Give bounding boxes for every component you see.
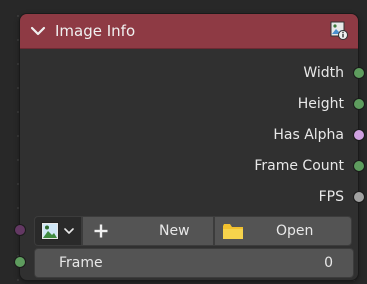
image-input-socket[interactable] <box>15 225 25 235</box>
image-browse-button[interactable] <box>34 216 82 246</box>
output-has-alpha: Has Alpha <box>20 120 364 151</box>
node-title: Image Info <box>55 22 136 40</box>
chevron-down-icon <box>64 228 74 234</box>
image-info-node[interactable]: Image Info Width Height Has Alpha Frame … <box>15 14 364 280</box>
output-fps-label: FPS <box>318 189 344 205</box>
frame-field-value: 0 <box>324 255 333 271</box>
output-has-alpha-label: Has Alpha <box>273 127 344 143</box>
output-fps: FPS <box>20 182 364 213</box>
output-height-socket[interactable] <box>354 99 364 109</box>
output-has-alpha-socket[interactable] <box>354 130 364 140</box>
plus-icon <box>94 224 108 238</box>
output-width: Width <box>20 58 364 89</box>
new-image-label: New <box>159 223 190 239</box>
frame-field-label: Frame <box>59 255 103 271</box>
output-fps-socket[interactable] <box>354 192 364 202</box>
folder-icon <box>223 224 243 239</box>
open-image-button[interactable]: Open <box>214 216 352 246</box>
node-header[interactable]: Image Info <box>20 14 358 49</box>
image-selector: New Open <box>34 216 352 246</box>
chevron-down-icon[interactable] <box>30 23 46 39</box>
output-frame-count: Frame Count <box>20 151 364 182</box>
open-image-label: Open <box>276 223 314 239</box>
output-frame-count-label: Frame Count <box>254 158 344 174</box>
output-height: Height <box>20 89 364 120</box>
output-width-label: Width <box>303 65 344 81</box>
output-frame-count-socket[interactable] <box>354 161 364 171</box>
image-info-icon <box>330 21 348 40</box>
output-width-socket[interactable] <box>354 68 364 78</box>
output-sockets: Width Height Has Alpha Frame Count FPS <box>20 58 364 213</box>
frame-input-socket[interactable] <box>15 257 25 267</box>
image-browse-icon <box>41 222 59 240</box>
new-image-button[interactable]: New <box>82 216 214 246</box>
frame-field[interactable]: Frame 0 <box>34 248 354 278</box>
output-height-label: Height <box>297 96 344 112</box>
